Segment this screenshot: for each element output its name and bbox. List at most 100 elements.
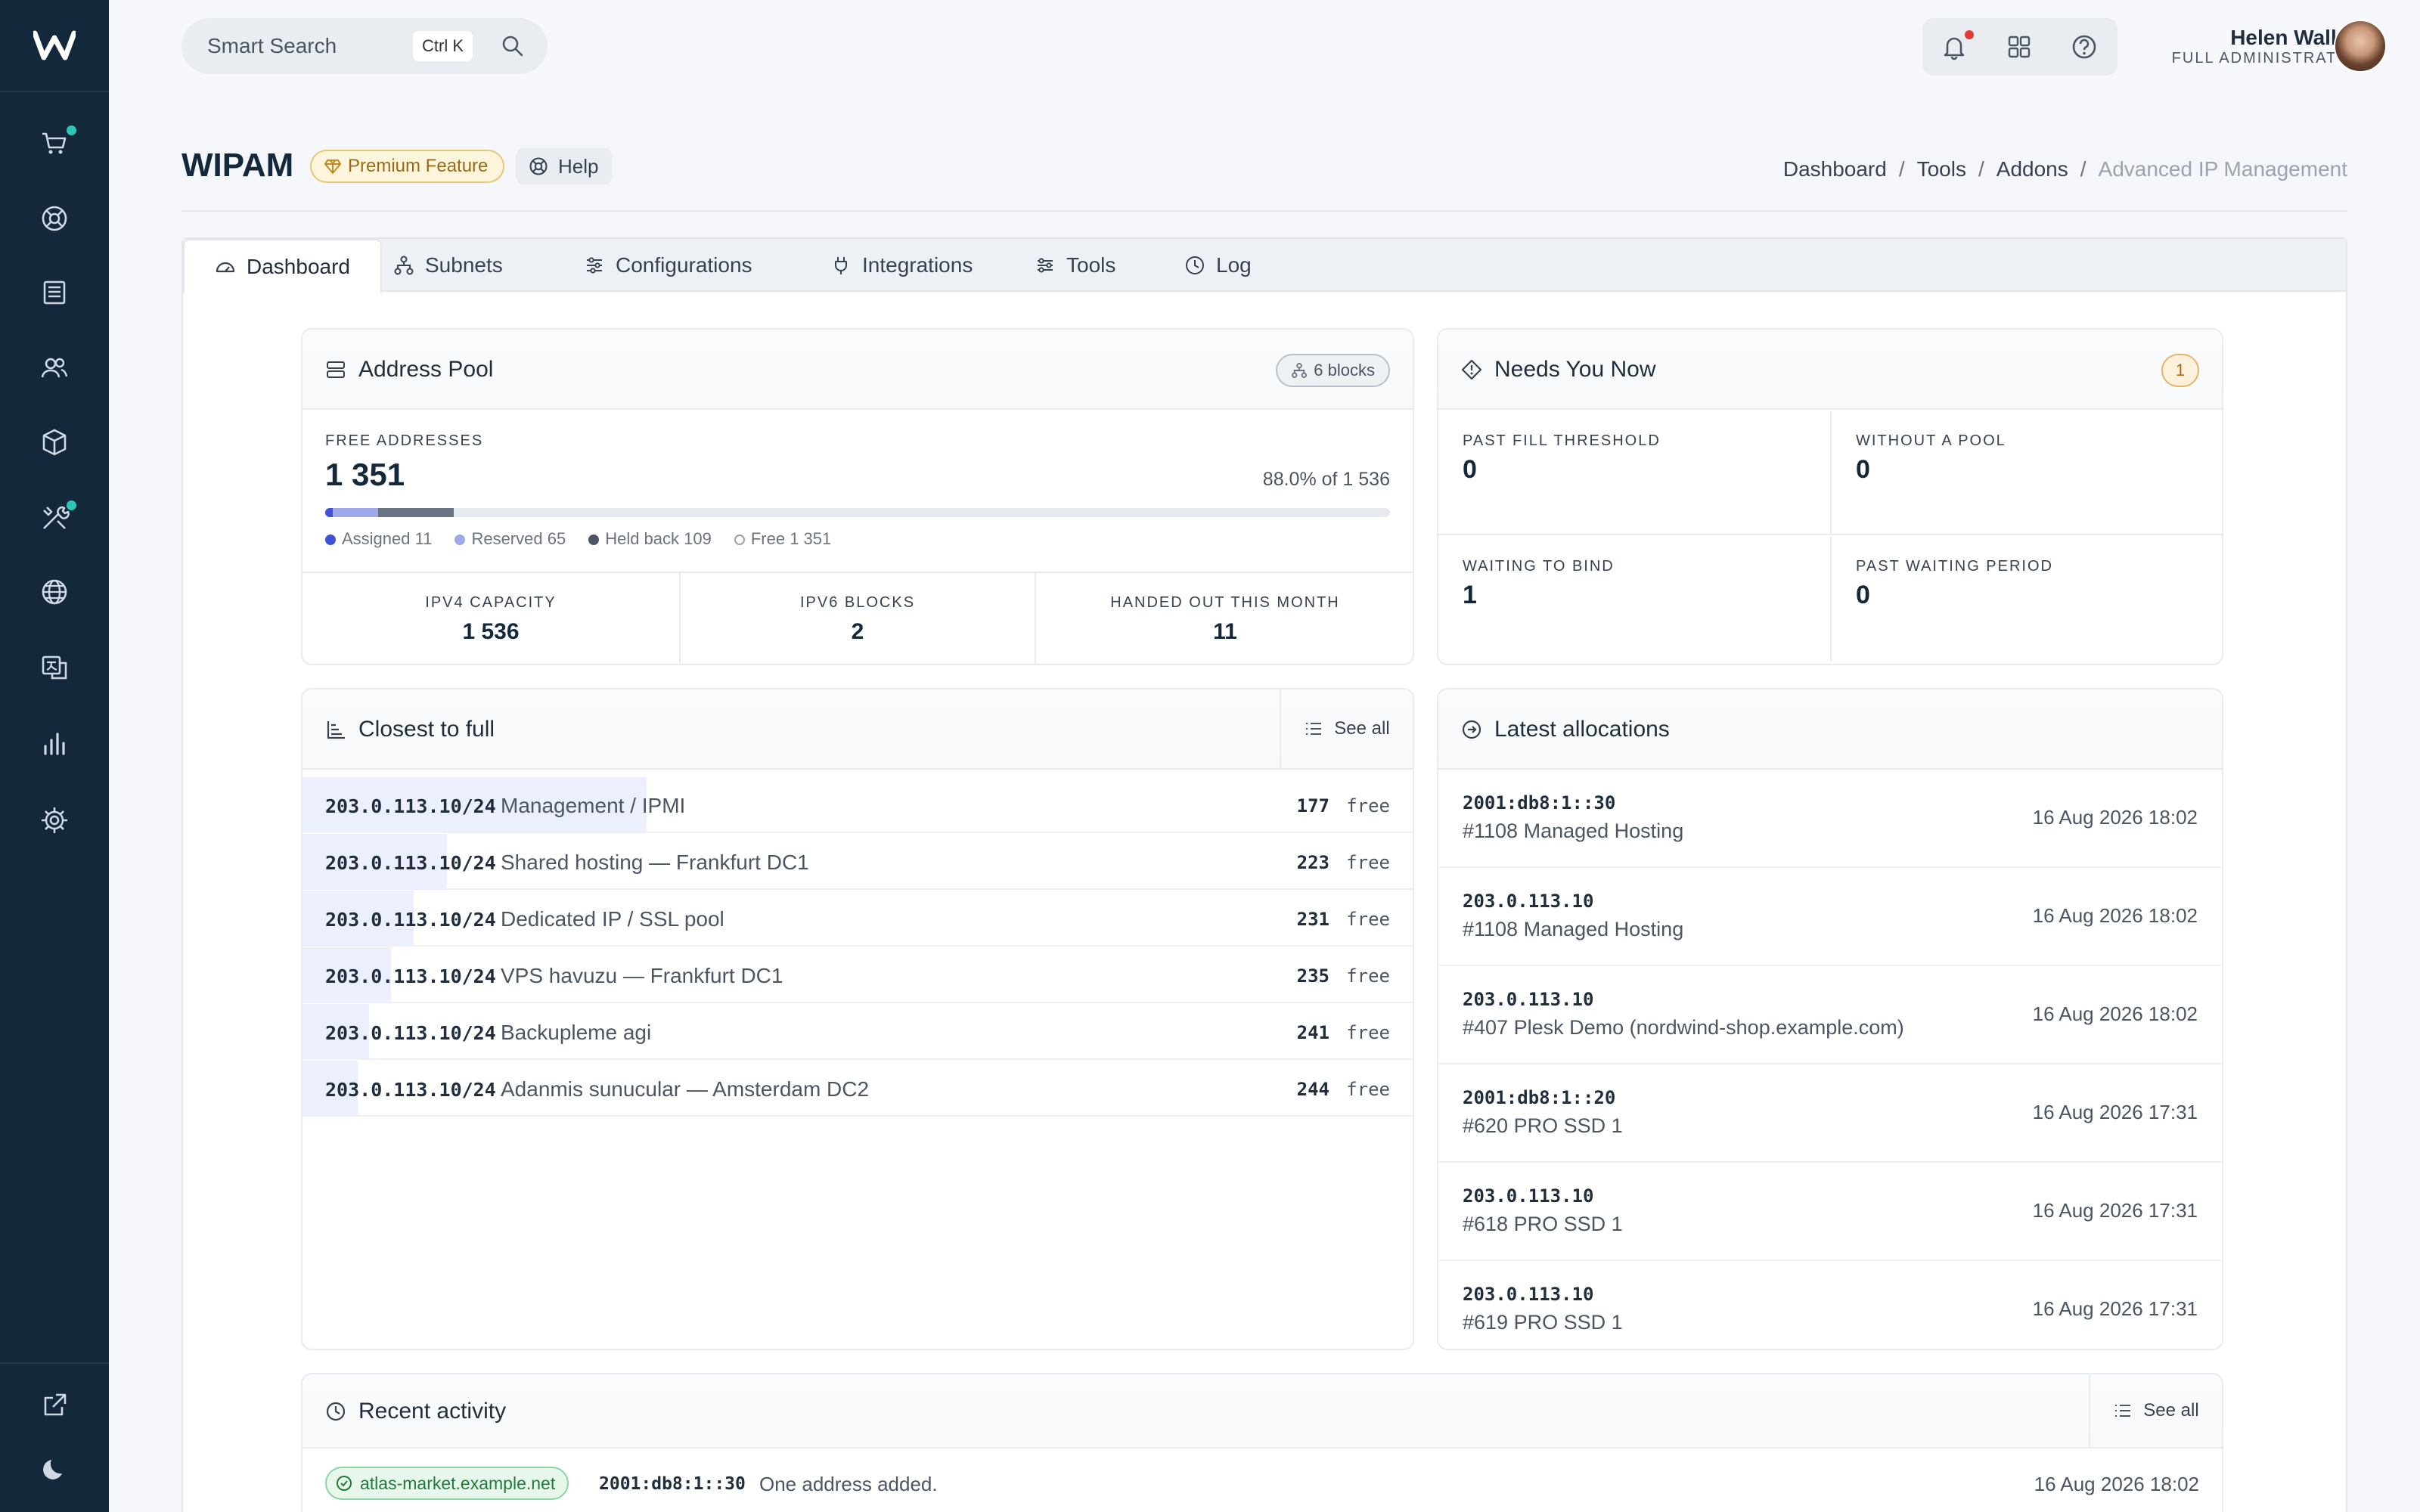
help-button[interactable]: Help (516, 148, 613, 184)
list-item[interactable]: 203.0.113.10/24 Adanmis sunucular — Amste… (302, 1061, 1413, 1117)
stat-ipv6-blocks: IPV6 BLOCKS 2 (681, 573, 1036, 664)
globe-icon (42, 579, 67, 605)
help-label: Help (558, 154, 599, 178)
breadcrumb-tools[interactable]: Tools (1917, 157, 1966, 181)
see-all-button[interactable]: See all (2089, 1374, 2222, 1447)
help-center-button[interactable] (2069, 32, 2099, 62)
allocation-time: 16 Aug 2026 18:02 (2032, 806, 2198, 829)
cart-icon (42, 132, 67, 154)
card-header: Closest to full See all (302, 689, 1413, 770)
activity-message: One address added. (759, 1473, 938, 1495)
allocation-ip: 203.0.113.10 (1463, 891, 1594, 912)
sliders-icon (587, 257, 602, 274)
free-count: 231 (1296, 909, 1329, 930)
allocation-service[interactable]: #1108 Managed Hosting (1463, 918, 1683, 941)
free-label: free (1346, 795, 1390, 816)
list-item[interactable]: 2001:db8:1::30#1108 Managed Hosting 16 Au… (1438, 770, 2222, 868)
sidebar-item-settings[interactable] (0, 794, 109, 847)
breadcrumb-separator: / (1978, 157, 1984, 181)
users-icon (41, 358, 68, 378)
allocation-service[interactable]: #620 PRO SSD 1 (1463, 1114, 1623, 1138)
breadcrumb-addons[interactable]: Addons (1996, 157, 2068, 181)
free-label: free (1346, 1079, 1390, 1100)
subnet-cidr: 203.0.113.10/24 (325, 909, 496, 931)
gauge-icon (216, 262, 235, 273)
tab-label: Configurations (616, 253, 752, 277)
tab-configurations[interactable]: Configurations (569, 239, 768, 292)
sidebar-item-products[interactable] (0, 416, 109, 469)
list-item[interactable]: 203.0.113.10/24 Management / IPMI 177 free (302, 777, 1413, 833)
pool-stats: IPV4 CAPACITY 1 536 IPV6 BLOCKS 2 HANDED… (302, 572, 1413, 664)
sidebar-item-external[interactable] (0, 1379, 109, 1432)
breadcrumb-dashboard[interactable]: Dashboard (1783, 157, 1887, 181)
sidebar-item-clients[interactable] (0, 342, 109, 395)
list-item[interactable]: 203.0.113.10/24 Dedicated IP / SSL pool 23… (302, 891, 1413, 947)
allocation-ip: 203.0.113.10 (1463, 989, 1594, 1010)
list-item[interactable]: 203.0.113.10 #619 PRO SSD 1 16 Aug 2026 17… (1438, 1261, 2222, 1349)
allocation-time: 16 Aug 2026 18:02 (2032, 1002, 2198, 1025)
notification-dot (67, 500, 76, 510)
list-item[interactable]: 203.0.113.10/24 Backupleme agi 241 free (302, 1004, 1413, 1060)
see-all-button[interactable]: See all (1280, 689, 1413, 768)
sidebar-item-reports[interactable] (0, 717, 109, 770)
free-count: 235 (1296, 965, 1329, 987)
allocation-ip: 2001:db8:1::30 (1463, 792, 1616, 813)
activity-row[interactable]: atlas-market.example.net 2001:db8:1::30 … (302, 1448, 2222, 1512)
allocation-service[interactable]: #1108 Managed Hosting (1463, 820, 1683, 843)
needs-waiting-to-bind[interactable]: WAITING TO BIND 1 (1438, 537, 1832, 661)
search-icon[interactable] (499, 33, 526, 60)
sidebar-item-domains[interactable] (0, 565, 109, 618)
list-item[interactable]: 203.0.113.10 #618 PRO SSD 1 16 Aug 2026 17… (1438, 1163, 2222, 1261)
sidebar-item-translations[interactable] (0, 641, 109, 694)
server-icon (327, 361, 345, 378)
breadcrumb-separator: / (2080, 157, 2086, 181)
needs-past-fill-threshold[interactable]: PAST FILL THRESHOLD 0 (1438, 411, 1832, 535)
smart-search[interactable]: Smart Search Ctrl K (182, 18, 548, 74)
topbar: Smart Search Ctrl K (109, 0, 2420, 92)
allocation-time: 16 Aug 2026 18:02 (2032, 904, 2198, 927)
subnet-cidr: 203.0.113.10/24 (325, 965, 496, 987)
subnet-name: Adanmis sunucular — Amsterdam DC2 (501, 1077, 870, 1101)
list-item[interactable]: 203.0.113.10 #1108 Managed Hosting 16 Aug … (1438, 868, 2222, 966)
apps-button[interactable] (2004, 32, 2034, 62)
sidebar-item-theme[interactable] (0, 1442, 109, 1495)
tab-bar: Dashboard Subnets Configurations Integra… (183, 239, 2346, 293)
tools-icon (43, 506, 70, 529)
tools-icon (1038, 258, 1053, 273)
tab-tools[interactable]: Tools (1019, 239, 1131, 292)
needs-without-pool[interactable]: WITHOUT A POOL 0 (1832, 411, 2222, 535)
tab-label: Integrations (862, 253, 973, 277)
closest-to-full-card: Closest to full See all 203.0.113.10/24 M… (301, 688, 1414, 1350)
needs-past-waiting-period[interactable]: PAST WAITING PERIOD 0 (1832, 537, 2222, 661)
allocation-time: 16 Aug 2026 17:31 (2032, 1101, 2198, 1123)
card-title: Needs You Now (1461, 357, 1656, 383)
avatar[interactable] (2334, 20, 2387, 73)
sidebar-item-billing[interactable] (0, 266, 109, 319)
list-item[interactable]: 2001:db8:1::20 #620 PRO SSD 1 16 Aug 2026 … (1438, 1064, 2222, 1163)
sidebar-item-orders[interactable] (0, 116, 109, 169)
brand-logo[interactable] (0, 0, 109, 92)
bell-icon (1944, 37, 1965, 60)
grid-icon (2008, 36, 2031, 58)
allocation-service[interactable]: #407 Plesk Demo (nordwind-shop.example.c… (1463, 1016, 1904, 1040)
free-count: 244 (1296, 1079, 1329, 1100)
list-item[interactable]: 203.0.113.10/24 Shared hosting — Frankfur… (302, 834, 1413, 890)
search-input[interactable]: Smart Search (207, 34, 337, 58)
diamond-icon (324, 160, 342, 175)
lifebuoy-icon (42, 206, 67, 231)
tab-integrations[interactable]: Integrations (815, 239, 988, 292)
allocation-service[interactable]: #618 PRO SSD 1 (1463, 1213, 1623, 1236)
list-item[interactable]: 203.0.113.10/24 VPS havuzu — Frankfurt DC… (302, 947, 1413, 1003)
tab-dashboard[interactable]: Dashboard (183, 239, 382, 293)
allocation-service[interactable]: #619 PRO SSD 1 (1463, 1311, 1623, 1334)
sidebar-item-tools[interactable] (0, 491, 109, 544)
address-pool-card: Address Pool 6 blocks FREE ADDRESSES 1 3… (301, 328, 1414, 665)
tab-subnets[interactable]: Subnets (378, 239, 518, 292)
list-item[interactable]: 203.0.113.10 #407 Plesk Demo (nordwind-sh… (1438, 966, 2222, 1064)
card-header: Latest allocations (1438, 689, 2222, 770)
tab-log[interactable]: Log (1169, 239, 1267, 292)
host-chip[interactable]: atlas-market.example.net (325, 1467, 569, 1500)
main-panel: Dashboard Subnets Configurations Integra… (182, 237, 2347, 1512)
sidebar-item-support[interactable] (0, 192, 109, 245)
clock-icon (326, 1402, 346, 1421)
